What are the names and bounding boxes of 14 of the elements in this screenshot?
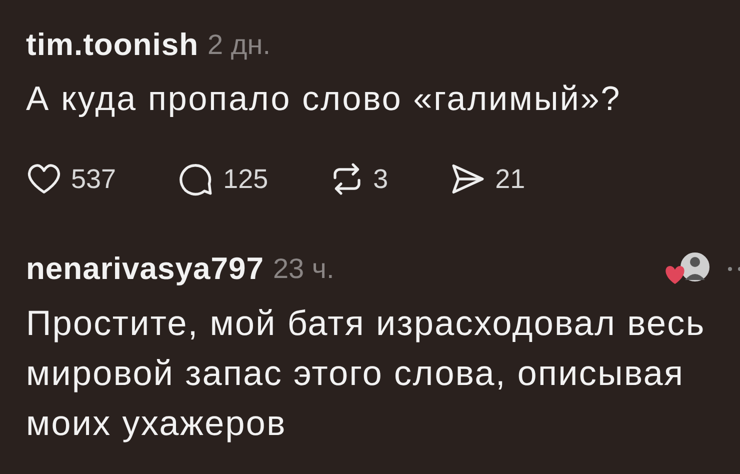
post-text: А куда пропало слово «галимый»?: [26, 79, 622, 120]
more-icon[interactable]: [726, 265, 740, 273]
post-time: 23 ч.: [272, 253, 334, 285]
username[interactable]: tim.toonish: [26, 27, 199, 63]
username[interactable]: nenarivasya797: [26, 251, 264, 287]
action-count: 537: [71, 164, 116, 194]
action-count: 125: [223, 164, 268, 194]
post-time: 2 дн.: [208, 29, 270, 61]
heart-icon[interactable]: [26, 162, 62, 196]
action-count: 21: [495, 164, 526, 194]
post-text: Простите, мой батя израсходовал весь мировой запас этого слова, описывая моих ухажеров: [26, 303, 706, 445]
send-icon[interactable]: [450, 162, 486, 196]
action-count: 3: [373, 164, 388, 194]
speech-bubble-icon[interactable]: [178, 161, 214, 197]
